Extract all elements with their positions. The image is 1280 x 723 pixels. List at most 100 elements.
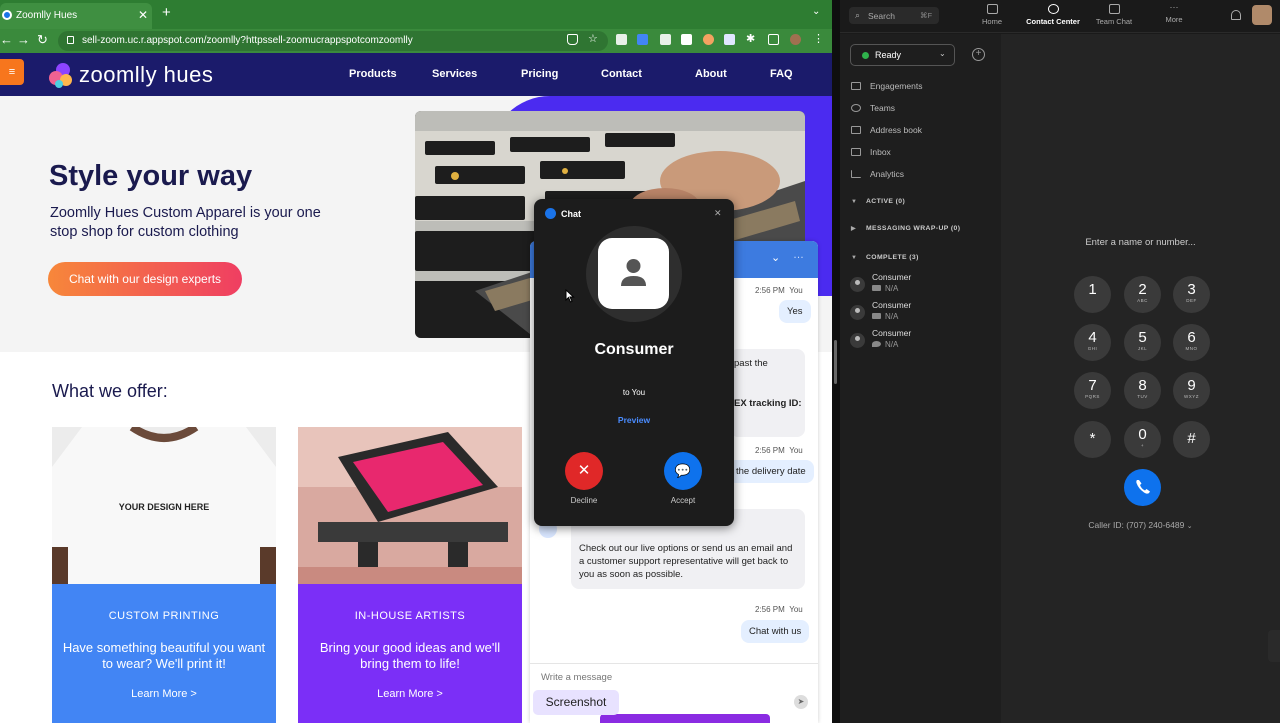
bell-icon[interactable] bbox=[1231, 10, 1241, 20]
sidebar-item-teams[interactable]: Teams bbox=[851, 103, 895, 113]
profile-avatar[interactable] bbox=[790, 34, 801, 45]
nav-faq[interactable]: FAQ bbox=[770, 68, 793, 80]
custom-printing-card[interactable]: YOUR DESIGN HERE CUSTOM PRINTING Have so… bbox=[52, 427, 276, 723]
dialpad-key-7[interactable]: 7 PQRS bbox=[1074, 372, 1111, 409]
browser-tab[interactable]: Zoomlly Hues ✕ bbox=[0, 3, 152, 29]
tab-home[interactable]: Home bbox=[960, 4, 1024, 26]
dialpad-key-2[interactable]: 2 ABC bbox=[1124, 276, 1161, 313]
site-logo-text[interactable]: zoomlly hues bbox=[79, 62, 213, 88]
section-complete[interactable]: ▼ COMPLETE (3) bbox=[851, 254, 919, 261]
card-description: Have something beautiful you want to wea… bbox=[62, 640, 266, 671]
minimize-chevron-icon[interactable]: ⌄ bbox=[771, 251, 780, 264]
zoom-app-window: ⌕ Search ⌘F Home Contact Center Team Cha… bbox=[840, 0, 1280, 723]
dialpad-key-9[interactable]: 9 WXYZ bbox=[1173, 372, 1210, 409]
zoom-top-bar: ⌕ Search ⌘F Home Contact Center Team Cha… bbox=[840, 0, 1280, 33]
section-messaging-wrap-up[interactable]: ▶ MESSAGING WRAP-UP (0) bbox=[851, 225, 960, 232]
more-options-icon[interactable]: … bbox=[793, 249, 804, 261]
sent-message: Chat with us bbox=[741, 620, 810, 643]
split-divider[interactable] bbox=[832, 0, 840, 723]
sidebar-item-analytics[interactable]: Analytics bbox=[851, 169, 904, 179]
edge-handle[interactable] bbox=[1268, 630, 1280, 662]
tab-more[interactable]: ··· More bbox=[1142, 3, 1206, 25]
dialpad-key-5[interactable]: 5 JKL bbox=[1124, 324, 1161, 361]
close-icon[interactable]: ✕ bbox=[714, 208, 722, 219]
section-active[interactable]: ▼ ACTIVE (0) bbox=[851, 198, 905, 205]
extension-icon[interactable] bbox=[616, 34, 627, 45]
nav-about[interactable]: About bbox=[695, 68, 727, 80]
user-avatar[interactable] bbox=[1252, 5, 1272, 25]
message-input[interactable]: Write a message bbox=[541, 672, 612, 683]
status-dropdown[interactable]: Ready ⌄ bbox=[850, 44, 955, 66]
tab-contact-center[interactable]: Contact Center bbox=[1021, 4, 1085, 26]
back-button[interactable]: ← bbox=[0, 32, 13, 47]
learn-more-link[interactable]: Learn More > bbox=[298, 688, 522, 700]
sidebar-item-inbox[interactable]: Inbox bbox=[851, 147, 891, 157]
accept-button[interactable]: 💬 bbox=[664, 452, 702, 490]
nav-pricing[interactable]: Pricing bbox=[521, 68, 558, 80]
resize-handle[interactable] bbox=[834, 340, 837, 384]
dialpad-key-3[interactable]: 3 DEF bbox=[1173, 276, 1210, 313]
dial-input[interactable]: Enter a name or number... bbox=[1001, 237, 1280, 248]
tab-team-chat[interactable]: Team Chat bbox=[1082, 4, 1146, 26]
site-navbar: ≡ zoomlly hues Products Services Pricing… bbox=[0, 53, 832, 96]
screenshot-chip[interactable]: Screenshot bbox=[533, 690, 619, 715]
share-icon[interactable] bbox=[567, 34, 578, 45]
nav-services[interactable]: Services bbox=[432, 68, 477, 80]
chat-bubble-icon bbox=[1108, 4, 1120, 14]
add-icon[interactable]: + bbox=[972, 48, 985, 61]
search-input[interactable]: ⌕ Search ⌘F bbox=[849, 7, 939, 24]
person-icon bbox=[850, 333, 865, 348]
completed-engagement[interactable]: Consumer N/A bbox=[850, 328, 990, 354]
zoom-favicon-icon bbox=[2, 10, 12, 20]
received-message: past the EX tracking ID: bbox=[730, 349, 805, 437]
in-house-artists-card[interactable]: IN-HOUSE ARTISTS Bring your good ideas a… bbox=[298, 427, 522, 723]
hamburger-menu-icon[interactable]: ≡ bbox=[0, 59, 24, 85]
caller-id-selector[interactable]: Caller ID: (707) 240-6489 ⌄ bbox=[1001, 520, 1280, 530]
dialpad-key-0[interactable]: 0 + bbox=[1124, 421, 1161, 458]
dialpad-key-hash[interactable]: # bbox=[1173, 421, 1210, 458]
preview-link[interactable]: Preview bbox=[534, 415, 734, 425]
reload-button[interactable]: ↻ bbox=[37, 32, 48, 48]
learn-more-link[interactable]: Learn More > bbox=[52, 688, 276, 700]
dialpad-key-star[interactable]: * bbox=[1074, 421, 1111, 458]
bookmark-star-icon[interactable]: ☆ bbox=[588, 32, 599, 45]
chat-with-experts-button[interactable]: Chat with our design experts bbox=[48, 262, 242, 296]
new-tab-button[interactable]: + bbox=[162, 4, 171, 21]
status-dot bbox=[862, 52, 869, 59]
dialpad-key-1[interactable]: 1 bbox=[1074, 276, 1111, 313]
puzzle-icon[interactable]: ✱ bbox=[746, 32, 757, 45]
call-button[interactable] bbox=[1124, 469, 1161, 506]
hero-title: Style your way bbox=[49, 160, 253, 192]
extension-icon[interactable] bbox=[681, 34, 692, 45]
dialpad-key-8[interactable]: 8 TUV bbox=[1124, 372, 1161, 409]
message-time: 2:56 PM You bbox=[755, 286, 803, 295]
completed-engagement[interactable]: Consumer N/A bbox=[850, 272, 990, 298]
analytics-icon bbox=[851, 170, 861, 178]
nav-products[interactable]: Products bbox=[349, 68, 397, 80]
close-tab-icon[interactable]: ✕ bbox=[138, 8, 148, 22]
extension-icon[interactable] bbox=[703, 34, 714, 45]
forward-button[interactable]: → bbox=[17, 32, 30, 47]
sidebar-item-engagements[interactable]: Engagements bbox=[851, 81, 922, 91]
decline-label: Decline bbox=[570, 496, 598, 505]
kebab-menu-icon[interactable]: ⋮ bbox=[813, 32, 824, 45]
message-time: 2:56 PM You bbox=[755, 446, 803, 455]
send-icon[interactable]: ➤ bbox=[794, 695, 808, 709]
home-icon bbox=[986, 4, 998, 14]
dialpad-key-6[interactable]: 6 MNO bbox=[1173, 324, 1210, 361]
search-icon: ⌕ bbox=[855, 10, 861, 20]
completed-engagement[interactable]: Consumer N/A bbox=[850, 300, 990, 326]
address-bar[interactable]: sell-zoom.uc.r.appspot.com/zoomlly?https… bbox=[58, 31, 608, 51]
dialog-title: Chat bbox=[561, 209, 581, 219]
tab-search-chevron-icon[interactable]: ⌄ bbox=[812, 6, 820, 17]
nav-contact[interactable]: Contact bbox=[601, 68, 642, 80]
extension-icon[interactable] bbox=[637, 34, 648, 45]
extension-icon[interactable] bbox=[660, 34, 671, 45]
sidebar-item-address-book[interactable]: Address book bbox=[851, 125, 922, 135]
extension-icon[interactable] bbox=[724, 34, 735, 45]
sidepanel-icon[interactable] bbox=[768, 34, 779, 45]
routing-text: to You bbox=[622, 388, 646, 397]
phone-icon bbox=[1136, 480, 1150, 494]
dialpad-key-4[interactable]: 4 GHI bbox=[1074, 324, 1111, 361]
decline-button[interactable]: ✕ bbox=[565, 452, 603, 490]
